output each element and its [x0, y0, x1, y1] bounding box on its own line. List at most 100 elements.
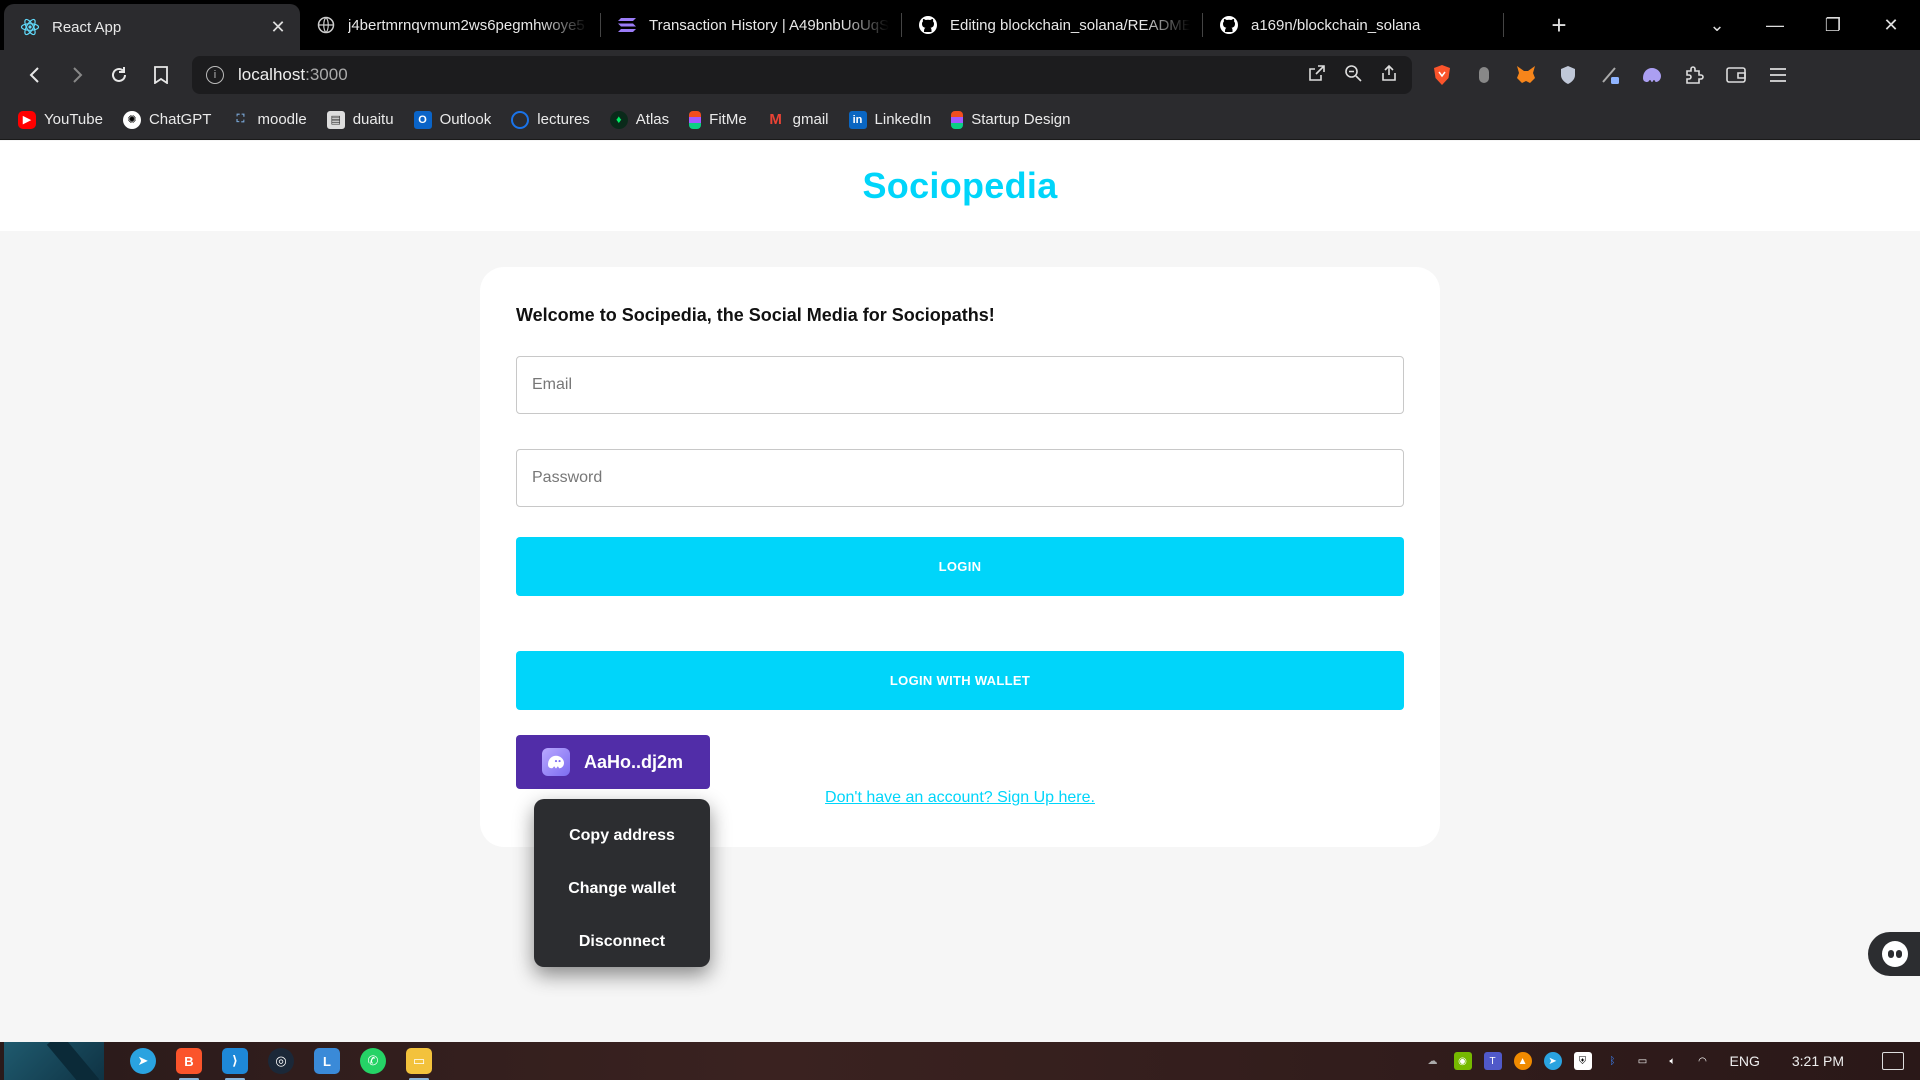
input-language[interactable]: ENG — [1730, 1053, 1760, 1069]
bookmark-label: Outlook — [439, 111, 492, 128]
bookmark-linkedin[interactable]: in LinkedIn — [848, 110, 932, 129]
bookmark-label: duaitu — [352, 111, 394, 128]
security-icon[interactable]: ⛨ — [1573, 1052, 1592, 1070]
bookmark-label: FitMe — [709, 111, 747, 128]
bookmark-moodle[interactable]: ⛶ moodle — [231, 111, 307, 129]
solana-icon — [617, 15, 637, 35]
tab-label: j4bertmrnqvmum2ws6pegmhwoye5 — [348, 16, 585, 34]
linkedin-icon: in — [848, 110, 867, 129]
minimize-icon[interactable]: — — [1746, 15, 1804, 36]
bookmark-atlas[interactable]: ♦ Atlas — [609, 110, 669, 129]
bookmark-gmail[interactable]: Mgmail — [767, 111, 829, 129]
login-with-wallet-button[interactable]: LOGIN WITH WALLET — [516, 651, 1404, 710]
file-explorer-icon[interactable]: ▭ — [406, 1048, 432, 1080]
zoom-icon[interactable] — [1344, 64, 1362, 87]
phantom-icon[interactable] — [1638, 61, 1666, 89]
cloud-icon[interactable]: ☁ — [1424, 1052, 1442, 1070]
site-info-icon[interactable]: i — [206, 66, 224, 84]
bookmark-label: gmail — [792, 111, 829, 128]
browser-tab-strip: React App ✕ j4bertmrnqvmum2ws6pegmhwoye5… — [0, 0, 1920, 50]
login-button[interactable]: LOGIN — [516, 537, 1404, 596]
github-icon — [918, 15, 938, 35]
email-input[interactable] — [532, 376, 1388, 394]
wallet-icon[interactable] — [1722, 61, 1750, 89]
steam-icon[interactable]: ◎ — [268, 1048, 294, 1074]
close-tab-icon[interactable]: ✕ — [268, 17, 288, 37]
bookmark-lectures[interactable]: lectures — [511, 110, 590, 129]
shield-extension-icon[interactable] — [1554, 61, 1582, 89]
bookmark-label: ChatGPT — [148, 111, 212, 128]
restore-icon[interactable]: ❐ — [1804, 15, 1862, 36]
tab-editing-readme[interactable]: Editing blockchain_solana/README.m — [902, 0, 1202, 50]
share-icon[interactable] — [1380, 64, 1398, 87]
menu-item-change-wallet[interactable]: Change wallet — [534, 862, 710, 915]
address-actions — [1308, 64, 1398, 87]
email-field[interactable] — [516, 356, 1404, 414]
whatsapp-icon[interactable]: ✆ — [360, 1048, 386, 1074]
tab-search-chevron-icon[interactable]: ⌄ — [1688, 15, 1746, 36]
duaitu-icon: ▤ — [326, 110, 345, 129]
moodle-icon: ⛶ — [236, 113, 245, 125]
bookmarks-bar: ▶ YouTube ✺ ChatGPT ⛶ moodle ▤ duaitu O Outlo… — [0, 100, 1920, 140]
page-viewport: Sociopedia Welcome to Socipedia, the Soc… — [0, 141, 1920, 1042]
brave-icon[interactable]: B — [176, 1048, 202, 1080]
new-tab-icon[interactable]: + — [1534, 0, 1584, 50]
bluetooth-icon[interactable]: ᛒ — [1604, 1052, 1622, 1070]
address-port: :3000 — [305, 65, 348, 84]
app-brand[interactable]: Sociopedia — [862, 165, 1057, 207]
telegram-tray-icon[interactable]: ➤ — [1543, 1052, 1562, 1070]
extension-icons — [1428, 61, 1792, 89]
bookmark-startup-design[interactable]: Startup Design — [951, 110, 1070, 129]
tab-label: a169n/blockchain_solana — [1251, 16, 1421, 34]
react-icon — [20, 17, 40, 37]
bookmark-youtube[interactable]: ▶ YouTube — [18, 110, 103, 129]
bookmark-chatgpt[interactable]: ✺ ChatGPT — [122, 110, 212, 129]
assistant-side-widget[interactable] — [1868, 932, 1920, 976]
bookmark-fitme[interactable]: FitMe — [689, 110, 747, 129]
tab-ipfs[interactable]: j4bertmrnqvmum2ws6pegmhwoye5 — [300, 0, 600, 50]
app-navbar: Sociopedia — [0, 141, 1920, 231]
start-button[interactable] — [4, 1042, 104, 1080]
globe-icon — [316, 15, 336, 35]
battery-icon[interactable]: ▭ — [1634, 1052, 1652, 1070]
password-field[interactable] — [516, 449, 1404, 507]
window-close-icon[interactable]: ✕ — [1862, 15, 1920, 36]
bookmark-label: LinkedIn — [874, 111, 932, 128]
teams-icon[interactable]: T — [1483, 1052, 1502, 1070]
extension-mouse-icon[interactable] — [1470, 61, 1498, 89]
bookmark-label: lectures — [537, 111, 590, 128]
figma-icon — [689, 110, 702, 129]
nvidia-icon[interactable]: ◉ — [1453, 1052, 1472, 1070]
tab-label: Transaction History | A49bnbUoUqS4 — [649, 16, 889, 34]
password-input[interactable] — [532, 469, 1388, 487]
menu-item-copy-address[interactable]: Copy address — [534, 809, 710, 862]
vlc-icon[interactable]: ▲ — [1513, 1052, 1532, 1070]
reload-icon[interactable] — [98, 57, 140, 93]
menu-item-disconnect[interactable]: Disconnect — [534, 915, 710, 968]
open-external-icon[interactable] — [1308, 64, 1326, 87]
telegram-icon[interactable]: ➤ — [130, 1048, 156, 1074]
tab-transaction-history[interactable]: Transaction History | A49bnbUoUqS4 — [601, 0, 901, 50]
bookmark-icon[interactable] — [140, 57, 182, 93]
brave-shield-icon[interactable] — [1428, 61, 1456, 89]
volume-icon[interactable]: 🔈︎ — [1664, 1052, 1682, 1070]
notification-center-icon[interactable] — [1882, 1052, 1904, 1070]
wallet-address-button[interactable]: AaHo..dj2m — [516, 735, 710, 789]
forward-icon[interactable] — [56, 57, 98, 93]
vscode-icon[interactable]: ⟩ — [222, 1048, 248, 1080]
pen-extension-icon[interactable] — [1596, 61, 1624, 89]
clock[interactable]: 3:21 PM — [1792, 1053, 1844, 1069]
wifi-icon[interactable]: ◠ — [1694, 1052, 1712, 1070]
bookmark-label: moodle — [257, 111, 307, 128]
bookmark-outlook[interactable]: O Outlook — [413, 110, 492, 129]
metamask-icon[interactable] — [1512, 61, 1540, 89]
bookmark-duaitu[interactable]: ▤ duaitu — [326, 110, 394, 129]
tab-repo[interactable]: a169n/blockchain_solana — [1203, 0, 1503, 50]
tab-react-app[interactable]: React App ✕ — [4, 4, 300, 50]
menu-icon[interactable] — [1764, 61, 1792, 89]
extensions-puzzle-icon[interactable] — [1680, 61, 1708, 89]
address-bar[interactable]: i localhost:3000 — [192, 56, 1412, 94]
l-app-icon[interactable]: L — [314, 1048, 340, 1074]
browser-toolbar: i localhost:3000 — [0, 50, 1920, 100]
back-icon[interactable] — [14, 57, 56, 93]
